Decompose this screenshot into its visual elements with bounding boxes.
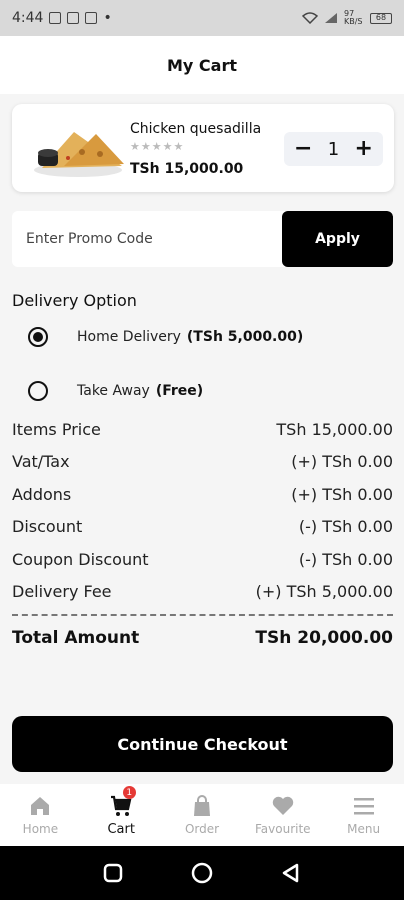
network-speed: 97 KB/S bbox=[344, 9, 363, 26]
bag-icon bbox=[193, 795, 210, 816]
food-image bbox=[34, 132, 124, 177]
summary-label: Vat/Tax bbox=[12, 452, 70, 471]
total-value: TSh 20,000.00 bbox=[255, 628, 393, 648]
menu-icon bbox=[353, 798, 374, 815]
nav-item-menu[interactable]: Menu bbox=[323, 784, 404, 846]
option-price: (TSh 5,000.00) bbox=[186, 329, 304, 345]
radio-unselected-icon[interactable] bbox=[28, 381, 48, 401]
nav-item-home[interactable]: Home bbox=[0, 784, 81, 846]
summary-row-addons: Addons (+) TSh 0.00 bbox=[12, 485, 393, 504]
sim-icon bbox=[49, 12, 62, 24]
nav-item-order[interactable]: Order bbox=[162, 784, 243, 846]
status-time: 4:44 bbox=[12, 10, 44, 26]
total-amount-row: Total Amount TSh 20,000.00 bbox=[12, 628, 393, 648]
page-title: My Cart bbox=[167, 55, 237, 75]
bottom-navigation: Home 1 Cart Order Favourite Menu bbox=[0, 784, 404, 846]
summary-row-delivery-fee: Delivery Fee (+) TSh 5,000.00 bbox=[12, 582, 393, 601]
delivery-option-title: Delivery Option bbox=[12, 291, 137, 310]
summary-value: (-) TSh 0.00 bbox=[298, 517, 393, 536]
option-label: Take Away bbox=[77, 383, 150, 399]
wifi-icon bbox=[302, 12, 318, 24]
summary-label: Coupon Discount bbox=[12, 550, 149, 569]
rating-stars: ★★★★★ bbox=[130, 140, 185, 153]
promo-code-section: Apply bbox=[12, 211, 393, 267]
apply-promo-button[interactable]: Apply bbox=[282, 211, 393, 267]
nav-label: Order bbox=[184, 822, 220, 836]
cart-item-card: Chicken quesadilla ★★★★★ TSh 15,000.00 −… bbox=[12, 104, 394, 192]
home-circle-icon[interactable] bbox=[190, 861, 214, 885]
status-bar: 4:44 • 97 KB/S 68 bbox=[0, 0, 404, 36]
continue-checkout-button[interactable]: Continue Checkout bbox=[12, 716, 393, 772]
nav-label: Favourite bbox=[255, 822, 311, 836]
item-price: TSh 15,000.00 bbox=[130, 161, 244, 177]
total-label: Total Amount bbox=[12, 628, 140, 648]
promo-code-input[interactable] bbox=[12, 211, 282, 267]
nav-item-cart[interactable]: 1 Cart bbox=[81, 784, 162, 846]
home-icon bbox=[31, 797, 50, 815]
battery-icon: 68 bbox=[370, 12, 392, 24]
delivery-option-takeaway[interactable]: Take Away (Free) bbox=[28, 381, 203, 401]
summary-label: Delivery Fee bbox=[12, 582, 112, 601]
item-name: Chicken quesadilla bbox=[130, 121, 262, 137]
summary-label: Discount bbox=[12, 517, 83, 536]
summary-row-coupon-discount: Coupon Discount (-) TSh 0.00 bbox=[12, 550, 393, 569]
increase-quantity-button[interactable]: + bbox=[355, 138, 373, 160]
decrease-quantity-button[interactable]: − bbox=[294, 138, 312, 160]
delivery-option-home[interactable]: Home Delivery (TSh 5,000.00) bbox=[28, 327, 303, 347]
dashed-divider bbox=[12, 614, 393, 616]
summary-row-items-price: Items Price TSh 15,000.00 bbox=[12, 420, 393, 439]
nav-item-favourite[interactable]: Favourite bbox=[242, 784, 323, 846]
status-dot: • bbox=[103, 10, 112, 26]
summary-value: (-) TSh 0.00 bbox=[298, 550, 393, 569]
back-triangle-icon[interactable] bbox=[281, 863, 301, 883]
summary-value: (+) TSh 0.00 bbox=[291, 485, 393, 504]
summary-row-discount: Discount (-) TSh 0.00 bbox=[12, 517, 393, 536]
summary-row-vat: Vat/Tax (+) TSh 0.00 bbox=[12, 452, 393, 471]
signal-icon bbox=[325, 13, 337, 23]
recent-apps-icon[interactable] bbox=[103, 863, 123, 883]
radio-selected-icon[interactable] bbox=[28, 327, 48, 347]
app-notification-icon bbox=[67, 12, 80, 24]
heart-icon bbox=[272, 796, 293, 815]
message-icon bbox=[85, 12, 98, 24]
summary-value: (+) TSh 5,000.00 bbox=[255, 582, 393, 601]
option-label: Home Delivery bbox=[77, 329, 181, 345]
nav-label: Home bbox=[22, 822, 59, 836]
summary-label: Addons bbox=[12, 485, 72, 504]
cart-count-badge: 1 bbox=[122, 786, 136, 799]
nav-label: Menu bbox=[347, 822, 381, 836]
summary-value: TSh 15,000.00 bbox=[276, 420, 393, 439]
summary-value: (+) TSh 0.00 bbox=[291, 452, 393, 471]
quantity-stepper: − 1 + bbox=[284, 132, 383, 166]
summary-label: Items Price bbox=[12, 420, 101, 439]
quantity-value: 1 bbox=[327, 138, 340, 160]
option-price: (Free) bbox=[155, 383, 204, 399]
system-navigation-bar bbox=[0, 846, 404, 900]
nav-label: Cart bbox=[107, 821, 135, 837]
app-header: My Cart bbox=[0, 36, 404, 94]
